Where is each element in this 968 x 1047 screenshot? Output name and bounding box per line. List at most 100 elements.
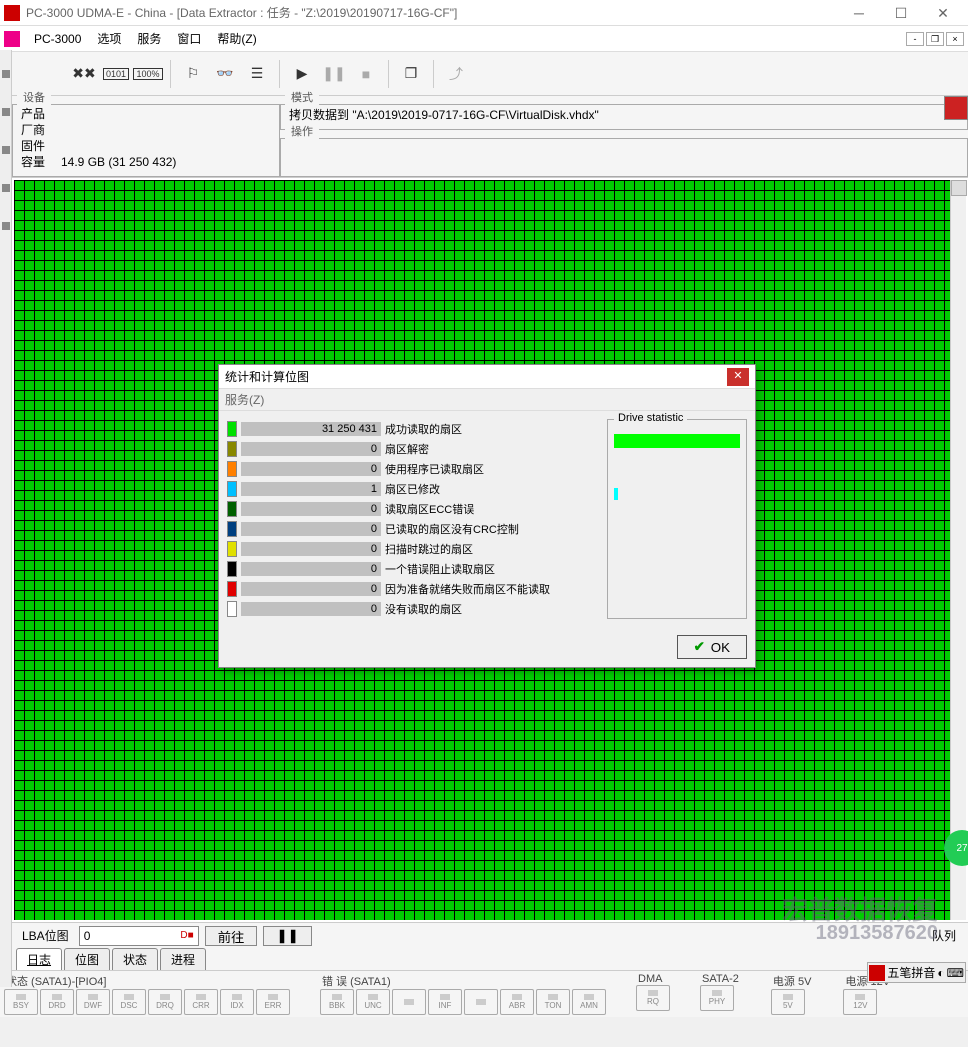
close-button[interactable]: ✕: [922, 1, 964, 25]
statistics-list: 31 250 431 成功读取的扇区 0 扇区解密 0 使用程序已读取扇区 1 …: [227, 419, 599, 619]
menu-help[interactable]: 帮助(Z): [209, 26, 264, 52]
ok-button[interactable]: ✔ OK: [677, 635, 747, 659]
mdi-minimize-button[interactable]: -: [906, 32, 924, 46]
status-sata1: 状态 (SATA1)-[PIO4] BSYDRDDWFDSCDRQCRRIDXE…: [4, 973, 290, 1015]
status-led: BBK: [320, 989, 354, 1015]
status-led: BSY: [4, 989, 38, 1015]
menu-window[interactable]: 窗口: [169, 26, 209, 52]
ok-button-label: OK: [711, 640, 730, 655]
left-dock-strip: [0, 50, 12, 987]
stat-count: 31 250 431: [241, 422, 381, 436]
tab-process[interactable]: 进程: [160, 948, 206, 970]
menu-bar: PC-3000 选项 服务 窗口 帮助(Z) - ❐ ×: [0, 26, 968, 52]
module-icon: [4, 31, 20, 47]
ime-keyboard-icon[interactable]: ⌨: [947, 966, 964, 980]
copy-icon[interactable]: ❐: [396, 59, 426, 89]
stat-label: 使用程序已读取扇区: [385, 461, 599, 477]
stat-label: 一个错误阻止读取扇区: [385, 561, 599, 577]
status-led: DSC: [112, 989, 146, 1015]
capacity-value: 14.9 GB (31 250 432): [61, 154, 271, 170]
pause-button[interactable]: ❚❚: [319, 59, 349, 89]
firmware-label: 固件: [21, 138, 61, 154]
dialog-menu-service[interactable]: 服务(Z): [225, 391, 264, 408]
menu-options[interactable]: 选项: [89, 26, 129, 52]
status-led: [392, 989, 426, 1015]
right-dock-icon[interactable]: [944, 96, 968, 120]
list-icon[interactable]: ☰: [242, 59, 272, 89]
stat-row: 0 扇区解密: [227, 439, 599, 459]
drive-statistic-label: Drive statistic: [614, 412, 687, 424]
flag-icon[interactable]: ⚐: [178, 59, 208, 89]
watermark-phone: 18913587620: [782, 923, 938, 943]
sector-map-scrollbar[interactable]: [950, 180, 966, 920]
minimize-button[interactable]: ─: [838, 1, 880, 25]
status-led: 12V: [843, 989, 877, 1015]
stat-color-swatch: [227, 561, 237, 577]
stat-row: 0 一个错误阻止读取扇区: [227, 559, 599, 579]
stat-row: 31 250 431 成功读取的扇区: [227, 419, 599, 439]
window-titlebar: PC-3000 UDMA-E - China - [Data Extractor…: [0, 0, 968, 26]
device-panel: 设备 产品 厂商 固件 容量14.9 GB (31 250 432): [12, 96, 280, 177]
product-value: [61, 106, 271, 122]
status-led: 5V: [771, 989, 805, 1015]
status-led: AMN: [572, 989, 606, 1015]
status-led: UNC: [356, 989, 390, 1015]
menu-app[interactable]: PC-3000: [26, 26, 89, 52]
statistics-dialog: 统计和计算位图 ✕ 服务(Z) 31 250 431 成功读取的扇区 0 扇区解…: [218, 364, 756, 668]
status-error: 错 误 (SATA1) BBKUNCINFABRTONAMN: [320, 973, 606, 1015]
tab-log[interactable]: 日志: [16, 948, 62, 970]
hex-icon[interactable]: 0101: [101, 59, 131, 89]
status-led: INF: [428, 989, 462, 1015]
lba-input[interactable]: 0 D■: [79, 926, 199, 946]
stat-label: 成功读取的扇区: [385, 421, 599, 437]
menu-service[interactable]: 服务: [129, 26, 169, 52]
status-power5v: 电源 5V 5V: [771, 973, 814, 1015]
goto-button[interactable]: 前往: [205, 926, 258, 946]
binoculars-icon[interactable]: 👓: [210, 59, 240, 89]
stat-label: 已读取的扇区没有CRC控制: [385, 521, 599, 537]
mode-panel: 模式 拷贝数据到 "A:\2019\2019-0717-16G-CF\Virtu…: [280, 96, 968, 130]
status-led: RQ: [636, 985, 670, 1011]
status-led: DRQ: [148, 989, 182, 1015]
app-icon: [4, 5, 20, 21]
stat-row: 0 因为准备就绪失败而扇区不能读取: [227, 579, 599, 599]
dialog-close-button[interactable]: ✕: [727, 368, 749, 386]
status-sata1-label: 状态 (SATA1)-[PIO4]: [4, 973, 290, 989]
stat-color-swatch: [227, 601, 237, 617]
lba-pause-button[interactable]: ❚❚: [263, 926, 311, 946]
percent-icon[interactable]: 100%: [133, 59, 163, 89]
status-bar: 状态 (SATA1)-[PIO4] BSYDRDDWFDSCDRQCRRIDXE…: [0, 970, 968, 1017]
stat-row: 0 已读取的扇区没有CRC控制: [227, 519, 599, 539]
tab-bitmap[interactable]: 位图: [64, 948, 110, 970]
stat-row: 0 读取扇区ECC错误: [227, 499, 599, 519]
mdi-close-button[interactable]: ×: [946, 32, 964, 46]
stat-label: 扇区已修改: [385, 481, 599, 497]
stat-count: 0: [241, 442, 381, 456]
stop-button[interactable]: ■: [351, 59, 381, 89]
play-button[interactable]: ▶: [287, 59, 317, 89]
status-dma: DMA RQ: [636, 973, 670, 1011]
operation-panel-title: 操作: [285, 123, 319, 139]
tab-status[interactable]: 状态: [112, 948, 158, 970]
ime-icon: [869, 965, 885, 981]
drive-statistic-bar: [614, 434, 740, 448]
maximize-button[interactable]: ☐: [880, 1, 922, 25]
mdi-restore-button[interactable]: ❐: [926, 32, 944, 46]
vendor-label: 厂商: [21, 122, 61, 138]
stat-color-swatch: [227, 461, 237, 477]
operation-panel: 操作: [280, 130, 968, 177]
stat-count: 0: [241, 562, 381, 576]
vendor-value: [61, 122, 271, 138]
bottom-tabs: 日志 位图 状态 进程: [12, 948, 968, 970]
lba-input-value: 0: [84, 929, 91, 943]
dialog-titlebar[interactable]: 统计和计算位图 ✕: [219, 365, 755, 389]
tools-icon[interactable]: ✖✖: [69, 59, 99, 89]
status-led: IDX: [220, 989, 254, 1015]
stat-count: 0: [241, 522, 381, 536]
ime-toolbar[interactable]: 五笔拼音 ◐ ⌨: [867, 962, 966, 983]
stat-count: 1: [241, 482, 381, 496]
ime-moon-icon[interactable]: ◐: [937, 966, 944, 980]
status-sata2-label: SATA-2: [700, 973, 741, 985]
stat-row: 0 没有读取的扇区: [227, 599, 599, 619]
exit-icon[interactable]: ⤴: [441, 59, 471, 89]
